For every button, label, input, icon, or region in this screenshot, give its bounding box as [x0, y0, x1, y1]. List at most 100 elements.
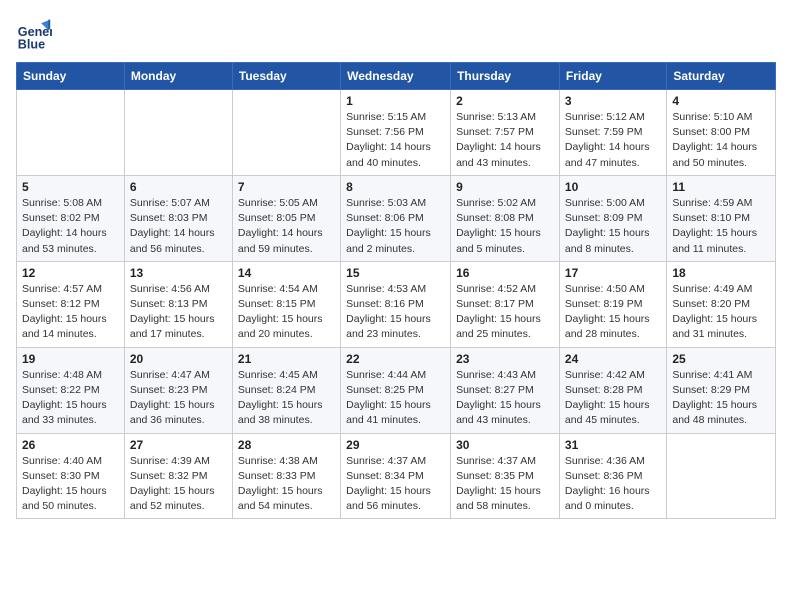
day-cell: 8 Sunrise: 5:03 AMSunset: 8:06 PMDaylight…: [341, 175, 451, 261]
day-info: Sunrise: 4:40 AMSunset: 8:30 PMDaylight:…: [22, 454, 119, 515]
col-header-wednesday: Wednesday: [341, 63, 451, 90]
day-cell: 25 Sunrise: 4:41 AMSunset: 8:29 PMDayligh…: [667, 347, 776, 433]
day-info: Sunrise: 4:49 AMSunset: 8:20 PMDaylight:…: [672, 282, 770, 343]
day-number: 26: [22, 438, 119, 452]
day-info: Sunrise: 4:38 AMSunset: 8:33 PMDaylight:…: [238, 454, 335, 515]
day-info: Sunrise: 4:53 AMSunset: 8:16 PMDaylight:…: [346, 282, 445, 343]
day-number: 27: [130, 438, 227, 452]
week-row-1: 1Sunrise: 5:15 AMSunset: 7:56 PMDaylight…: [17, 90, 776, 176]
day-number: 8: [346, 180, 445, 194]
day-cell: 1Sunrise: 5:15 AMSunset: 7:56 PMDaylight…: [341, 90, 451, 176]
day-info: Sunrise: 5:05 AMSunset: 8:05 PMDaylight:…: [238, 196, 335, 257]
day-info: Sunrise: 5:13 AMSunset: 7:57 PMDaylight:…: [456, 110, 554, 171]
day-info: Sunrise: 4:41 AMSunset: 8:29 PMDaylight:…: [672, 368, 770, 429]
day-number: 30: [456, 438, 554, 452]
day-number: 2: [456, 94, 554, 108]
day-cell: 21 Sunrise: 4:45 AMSunset: 8:24 PMDayligh…: [232, 347, 340, 433]
day-cell: 3 Sunrise: 5:12 AMSunset: 7:59 PMDaylight…: [559, 90, 666, 176]
day-cell: 30Sunrise: 4:37 AMSunset: 8:35 PMDayligh…: [451, 433, 560, 519]
day-number: 1: [346, 94, 445, 108]
day-cell: 31 Sunrise: 4:36 AMSunset: 8:36 PMDayligh…: [559, 433, 666, 519]
day-info: Sunrise: 4:54 AMSunset: 8:15 PMDaylight:…: [238, 282, 335, 343]
day-cell: [232, 90, 340, 176]
logo-icon: General Blue: [16, 16, 52, 52]
day-number: 19: [22, 352, 119, 366]
day-number: 25: [672, 352, 770, 366]
day-info: Sunrise: 4:36 AMSunset: 8:36 PMDaylight:…: [565, 454, 661, 515]
day-info: Sunrise: 4:48 AMSunset: 8:22 PMDaylight:…: [22, 368, 119, 429]
day-cell: 2 Sunrise: 5:13 AMSunset: 7:57 PMDaylight…: [451, 90, 560, 176]
day-number: 24: [565, 352, 661, 366]
day-cell: 23 Sunrise: 4:43 AMSunset: 8:27 PMDayligh…: [451, 347, 560, 433]
day-number: 21: [238, 352, 335, 366]
day-info: Sunrise: 5:00 AMSunset: 8:09 PMDaylight:…: [565, 196, 661, 257]
calendar-table: SundayMondayTuesdayWednesdayThursdayFrid…: [16, 62, 776, 519]
day-info: Sunrise: 5:03 AMSunset: 8:06 PMDaylight:…: [346, 196, 445, 257]
logo: General Blue: [16, 16, 52, 52]
day-number: 6: [130, 180, 227, 194]
day-info: Sunrise: 4:39 AMSunset: 8:32 PMDaylight:…: [130, 454, 227, 515]
day-cell: 24 Sunrise: 4:42 AMSunset: 8:28 PMDayligh…: [559, 347, 666, 433]
day-cell: 16 Sunrise: 4:52 AMSunset: 8:17 PMDayligh…: [451, 261, 560, 347]
day-number: 22: [346, 352, 445, 366]
day-number: 5: [22, 180, 119, 194]
day-cell: 4Sunrise: 5:10 AMSunset: 8:00 PMDaylight…: [667, 90, 776, 176]
day-number: 15: [346, 266, 445, 280]
day-cell: 20 Sunrise: 4:47 AMSunset: 8:23 PMDayligh…: [124, 347, 232, 433]
day-cell: 29 Sunrise: 4:37 AMSunset: 8:34 PMDayligh…: [341, 433, 451, 519]
day-info: Sunrise: 4:44 AMSunset: 8:25 PMDaylight:…: [346, 368, 445, 429]
day-number: 17: [565, 266, 661, 280]
day-info: Sunrise: 4:37 AMSunset: 8:34 PMDaylight:…: [346, 454, 445, 515]
day-number: 28: [238, 438, 335, 452]
day-number: 13: [130, 266, 227, 280]
day-number: 23: [456, 352, 554, 366]
day-info: Sunrise: 4:57 AMSunset: 8:12 PMDaylight:…: [22, 282, 119, 343]
col-header-saturday: Saturday: [667, 63, 776, 90]
day-info: Sunrise: 4:42 AMSunset: 8:28 PMDaylight:…: [565, 368, 661, 429]
day-cell: 19 Sunrise: 4:48 AMSunset: 8:22 PMDayligh…: [17, 347, 125, 433]
day-number: 31: [565, 438, 661, 452]
day-cell: 18 Sunrise: 4:49 AMSunset: 8:20 PMDayligh…: [667, 261, 776, 347]
day-info: Sunrise: 4:50 AMSunset: 8:19 PMDaylight:…: [565, 282, 661, 343]
week-row-5: 26 Sunrise: 4:40 AMSunset: 8:30 PMDayligh…: [17, 433, 776, 519]
day-info: Sunrise: 5:12 AMSunset: 7:59 PMDaylight:…: [565, 110, 661, 171]
day-info: Sunrise: 4:56 AMSunset: 8:13 PMDaylight:…: [130, 282, 227, 343]
col-header-sunday: Sunday: [17, 63, 125, 90]
day-info: Sunrise: 4:43 AMSunset: 8:27 PMDaylight:…: [456, 368, 554, 429]
day-cell: 13 Sunrise: 4:56 AMSunset: 8:13 PMDayligh…: [124, 261, 232, 347]
day-info: Sunrise: 4:47 AMSunset: 8:23 PMDaylight:…: [130, 368, 227, 429]
day-info: Sunrise: 5:07 AMSunset: 8:03 PMDaylight:…: [130, 196, 227, 257]
week-row-3: 12Sunrise: 4:57 AMSunset: 8:12 PMDayligh…: [17, 261, 776, 347]
day-number: 20: [130, 352, 227, 366]
day-cell: 11 Sunrise: 4:59 AMSunset: 8:10 PMDayligh…: [667, 175, 776, 261]
day-number: 16: [456, 266, 554, 280]
day-number: 3: [565, 94, 661, 108]
svg-text:Blue: Blue: [18, 37, 45, 51]
day-cell: [667, 433, 776, 519]
day-cell: [17, 90, 125, 176]
day-cell: 17 Sunrise: 4:50 AMSunset: 8:19 PMDayligh…: [559, 261, 666, 347]
day-number: 11: [672, 180, 770, 194]
day-cell: 28 Sunrise: 4:38 AMSunset: 8:33 PMDayligh…: [232, 433, 340, 519]
day-info: Sunrise: 4:52 AMSunset: 8:17 PMDaylight:…: [456, 282, 554, 343]
day-number: 18: [672, 266, 770, 280]
day-info: Sunrise: 4:59 AMSunset: 8:10 PMDaylight:…: [672, 196, 770, 257]
day-cell: 15 Sunrise: 4:53 AMSunset: 8:16 PMDayligh…: [341, 261, 451, 347]
day-cell: 9Sunrise: 5:02 AMSunset: 8:08 PMDaylight…: [451, 175, 560, 261]
page: General Blue SundayMondayTuesdayWednesda…: [0, 0, 792, 527]
day-cell: 7Sunrise: 5:05 AMSunset: 8:05 PMDaylight…: [232, 175, 340, 261]
day-cell: 12Sunrise: 4:57 AMSunset: 8:12 PMDayligh…: [17, 261, 125, 347]
col-header-monday: Monday: [124, 63, 232, 90]
day-number: 29: [346, 438, 445, 452]
calendar-header-row: SundayMondayTuesdayWednesdayThursdayFrid…: [17, 63, 776, 90]
day-cell: 6 Sunrise: 5:07 AMSunset: 8:03 PMDaylight…: [124, 175, 232, 261]
day-number: 14: [238, 266, 335, 280]
day-cell: 14 Sunrise: 4:54 AMSunset: 8:15 PMDayligh…: [232, 261, 340, 347]
week-row-2: 5Sunrise: 5:08 AMSunset: 8:02 PMDaylight…: [17, 175, 776, 261]
day-info: Sunrise: 5:10 AMSunset: 8:00 PMDaylight:…: [672, 110, 770, 171]
day-cell: 10Sunrise: 5:00 AMSunset: 8:09 PMDayligh…: [559, 175, 666, 261]
day-info: Sunrise: 4:45 AMSunset: 8:24 PMDaylight:…: [238, 368, 335, 429]
header: General Blue: [16, 16, 776, 52]
day-number: 9: [456, 180, 554, 194]
col-header-friday: Friday: [559, 63, 666, 90]
